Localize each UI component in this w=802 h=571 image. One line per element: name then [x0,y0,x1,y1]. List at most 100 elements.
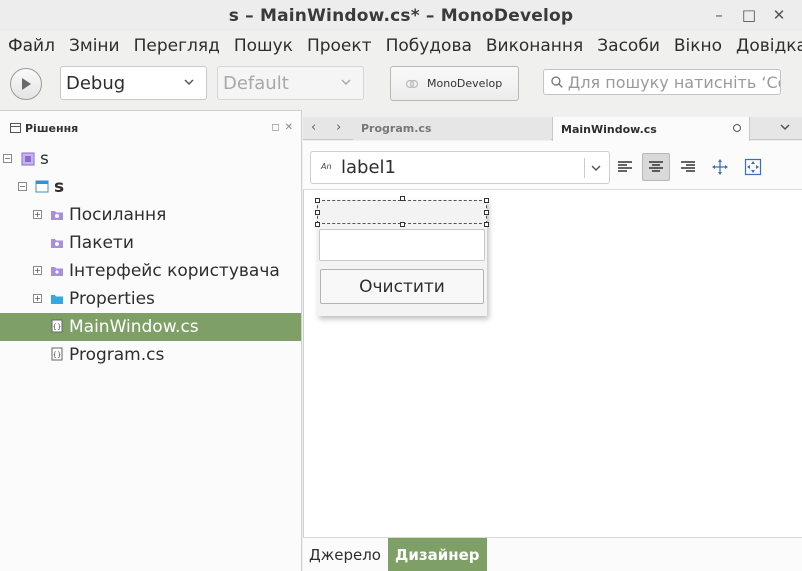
close-button[interactable]: ✕ [764,4,794,26]
collapse-icon[interactable]: − [18,182,27,191]
tree-item-label: Посилання [69,205,167,225]
play-icon [22,78,31,90]
close-panel-icon[interactable]: ✕ [285,122,293,133]
resize-handle[interactable] [484,198,489,203]
expand-icon[interactable]: + [33,294,42,303]
chevron-down-icon [591,165,601,172]
target-value: Default [223,72,289,94]
tree-item-label: s [40,149,49,169]
search-box[interactable] [543,69,781,95]
expand-icon[interactable]: + [33,266,42,275]
search-input[interactable] [567,72,780,92]
tree-item-label: Properties [69,289,155,309]
tree-item-label: Program.cs [69,345,165,365]
menu-view[interactable]: Перегляд [127,36,227,56]
svg-text:{}: {} [53,351,62,359]
monodevelop-icon [405,79,419,88]
designer-toolbar: An label1 [303,141,802,190]
tab-source[interactable]: Джерело [309,538,381,571]
design-surface[interactable]: Очистити [303,190,802,537]
solution-panel: Рішення ◻ ✕ − s − s + Посилання Пакети +… [0,110,302,571]
tree-item-label: Інтерфейс користувача [69,261,280,281]
resize-handle[interactable] [315,198,320,203]
svg-text:{}: {} [53,323,62,331]
resize-handle[interactable] [315,222,320,227]
minimize-button[interactable]: – [704,4,734,26]
tree-item-packages[interactable]: Пакети [0,229,301,257]
widget-selector[interactable]: An label1 [310,151,610,184]
tree-item-program[interactable]: {} Program.cs [0,341,301,369]
tree-item-solution[interactable]: − s [0,145,301,173]
main-toolbar: Debug Default MonoDevelop [0,61,802,107]
view-switcher: Джерело Дизайнер [303,537,802,571]
solution-panel-header: Рішення ◻ ✕ [0,111,301,145]
align-right-button[interactable] [674,153,702,181]
chevron-down-icon[interactable] [778,120,792,134]
tab-scroll-right-icon[interactable]: › [336,120,341,135]
panel-icon [10,123,21,133]
menu-tools[interactable]: Засоби [590,36,667,56]
tree-item-properties[interactable]: + Properties [0,285,301,313]
menu-bar: Файл Зміни Перегляд Пошук Проект Побудов… [0,31,802,61]
align-center-button[interactable] [642,153,670,181]
solution-panel-title: Рішення [25,121,79,135]
tab-label: Program.cs [361,122,432,135]
menu-help[interactable]: Довідка [729,36,802,56]
references-folder-icon [51,211,63,220]
title-bar: s – MainWindow.cs* – MonoDevelop – □ ✕ [0,0,802,31]
entry-widget[interactable] [319,229,485,261]
window-preview[interactable]: Очистити [315,196,489,316]
target-select[interactable]: Default [217,66,364,100]
label1-selected[interactable] [317,200,487,224]
menu-run[interactable]: Виконання [479,36,590,56]
menu-file[interactable]: Файл [0,36,62,56]
resize-handle[interactable] [400,222,405,227]
search-icon [551,76,563,88]
tab-program-cs[interactable]: Program.cs [353,117,551,140]
resize-handle[interactable] [484,222,489,227]
collapse-icon[interactable]: − [3,154,12,163]
align-left-button[interactable] [611,153,639,181]
align-center-icon [649,161,663,172]
clear-button[interactable]: Очистити [320,269,484,304]
tree-item-user-interface[interactable]: + Інтерфейс користувача [0,257,301,285]
configuration-select[interactable]: Debug [60,66,207,100]
maximize-button[interactable]: □ [734,4,764,26]
tree-item-references[interactable]: + Посилання [0,201,301,229]
window-controls: – □ ✕ [704,4,794,26]
status-text: MonoDevelop [427,77,503,90]
menu-window[interactable]: Вікно [667,36,729,56]
tree-item-label: Пакети [69,233,134,253]
menu-edit[interactable]: Зміни [62,36,127,56]
menu-project[interactable]: Проект [300,36,379,56]
configuration-value: Debug [66,72,126,94]
run-button[interactable] [10,68,42,100]
expand-icon[interactable]: + [33,210,42,219]
tree-item-project[interactable]: − s [0,173,301,201]
resize-handle[interactable] [315,210,320,215]
tree-item-mainwindow[interactable]: {} MainWindow.cs [0,313,301,341]
cs-file-icon: {} [51,347,63,361]
cs-file-icon: {} [51,319,63,333]
menu-search[interactable]: Пошук [227,36,300,56]
resize-handle[interactable] [484,210,489,215]
gui-folder-icon [51,267,63,276]
tab-label: MainWindow.cs [561,122,657,136]
move-widget-button[interactable] [706,153,734,181]
show-container-button[interactable] [739,153,767,181]
tab-scroll-left-icon[interactable]: ‹ [311,120,316,135]
tree-item-label: s [54,177,65,197]
widget-selector-value: label1 [341,157,396,178]
label-widget-icon: An [321,162,332,171]
tab-close-icon[interactable] [733,124,741,132]
status-area[interactable]: MonoDevelop [390,66,519,101]
move-arrows-icon [712,159,728,175]
tab-designer[interactable]: Дизайнер [388,538,487,571]
resize-handle[interactable] [400,196,405,201]
folder-icon [51,295,63,304]
dock-icon[interactable]: ◻ [271,122,279,133]
menu-build[interactable]: Побудова [379,36,479,56]
tab-mainwindow-cs[interactable]: MainWindow.cs [552,117,750,141]
container-arrows-icon [744,158,762,176]
chevron-down-icon [184,79,194,86]
